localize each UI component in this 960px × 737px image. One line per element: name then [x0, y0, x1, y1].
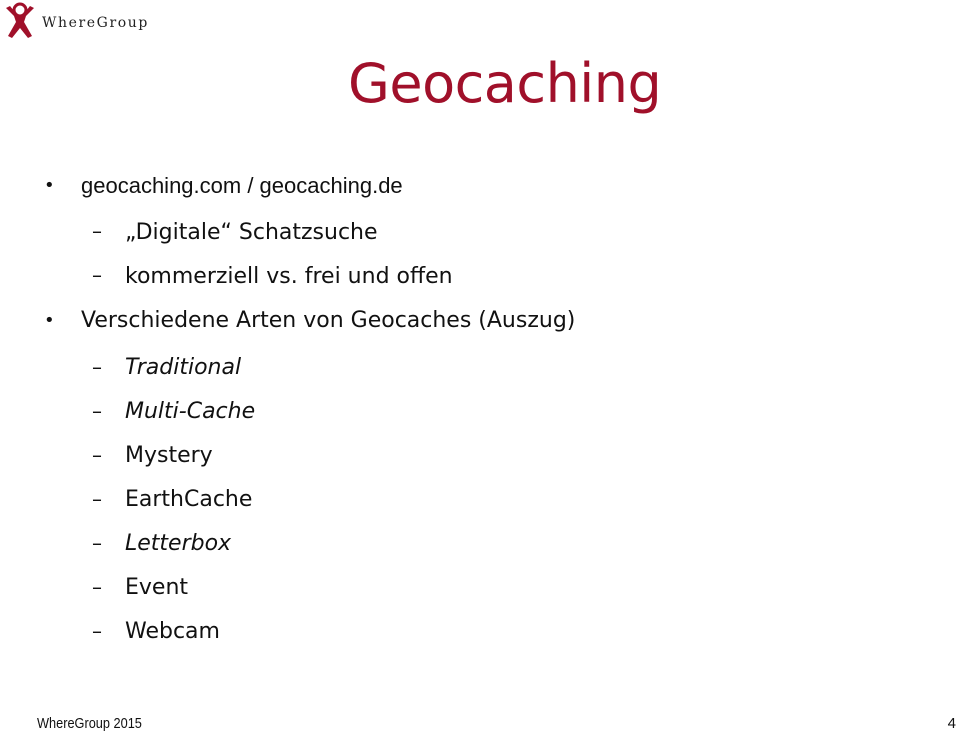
- page-number: 4: [947, 715, 956, 732]
- sub-item: Letterbox: [125, 531, 232, 556]
- sub-item: kommerziell vs. frei und offen: [125, 264, 453, 289]
- sub-item: Mystery: [125, 443, 213, 468]
- logo-text: WhereGroup: [42, 15, 149, 31]
- bullet-icon: •: [44, 310, 55, 331]
- logo-figure-icon: [6, 2, 34, 38]
- wheregroup-logo: WhereGroup: [2, 2, 149, 42]
- sub-item: Webcam: [125, 619, 220, 644]
- sub-item: Multi-Cache: [125, 399, 256, 424]
- dash-icon: –: [92, 263, 102, 287]
- dash-icon: –: [92, 443, 102, 467]
- dash-icon: –: [92, 531, 102, 555]
- bullet-item: Verschiedene Arten von Geocaches (Auszug…: [81, 308, 576, 333]
- dash-icon: –: [92, 399, 102, 423]
- sub-item: Event: [125, 575, 189, 600]
- dash-icon: –: [92, 575, 102, 599]
- bullet-item: geocaching.com / geocaching.de: [81, 173, 403, 198]
- dash-icon: –: [92, 619, 102, 643]
- sub-item: Traditional: [125, 355, 242, 380]
- dash-icon: –: [92, 487, 102, 511]
- sub-item: „Digitale“ Schatzsuche: [125, 220, 378, 245]
- dash-icon: –: [92, 355, 102, 379]
- sub-item: EarthCache: [125, 487, 253, 512]
- bullet-icon: •: [44, 175, 55, 196]
- dash-icon: –: [92, 219, 102, 243]
- footer-label: WhereGroup 2015: [37, 715, 142, 732]
- slide-title: Geocaching: [348, 52, 662, 115]
